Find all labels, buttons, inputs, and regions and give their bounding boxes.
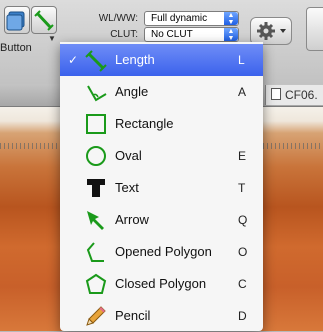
menu-item-label: Angle [115, 84, 149, 99]
popup-arrows-icon: ▲ ▼ [224, 28, 238, 42]
shortcut-key: D [238, 309, 247, 323]
tab-title: CF06. [285, 88, 318, 102]
shortcut-key: Q [238, 213, 248, 227]
menu-item-text[interactable]: Text T [60, 172, 263, 204]
menu-item-arrow[interactable]: Arrow Q [60, 204, 263, 236]
menu-item-label: Closed Polygon [115, 276, 207, 291]
menu-item-label: Length [115, 52, 155, 67]
length-line-icon [85, 50, 107, 72]
wlww-label: WL/WW: [98, 13, 138, 24]
menu-item-length[interactable]: ✓ Length L [60, 44, 263, 76]
shortcut-key: T [238, 181, 246, 195]
shortcut-key: C [238, 277, 247, 291]
wlww-value: Full dynamic [151, 13, 208, 24]
checkmark-icon: ✓ [68, 53, 79, 67]
shortcut-key: E [238, 149, 247, 163]
menu-item-angle[interactable]: Angle A [60, 76, 263, 108]
menu-item-closed-polygon[interactable]: Closed Polygon C [60, 268, 263, 300]
menu-item-label: Pencil [115, 308, 151, 323]
ruler-marks [263, 143, 323, 149]
shortcut-key: L [238, 53, 245, 67]
action-menu-button[interactable] [250, 17, 292, 45]
menu-item-label: Opened Polygon [115, 244, 212, 259]
menu-item-label: Rectangle [115, 116, 174, 131]
measure-tool-button[interactable] [31, 6, 57, 34]
layers-button[interactable] [4, 6, 30, 34]
shortcut-key: O [238, 245, 248, 259]
menu-item-label: Arrow [115, 212, 149, 227]
arrow-icon [87, 211, 104, 230]
button-label: Button [0, 42, 32, 54]
layers-icon [6, 11, 25, 31]
shortcut-key: A [238, 85, 247, 99]
opened-polygon-icon [86, 242, 104, 262]
menu-item-label: Oval [115, 148, 142, 163]
menu-item-oval[interactable]: Oval E [60, 140, 263, 172]
text-icon [87, 179, 105, 197]
length-line-icon [34, 10, 54, 31]
clut-label: CLUT: [110, 29, 138, 40]
dropdown-triangle-icon[interactable]: ▼ [48, 34, 56, 43]
menu-item-pencil[interactable]: Pencil D [60, 300, 263, 332]
menu-item-opened-polygon[interactable]: Opened Polygon O [60, 236, 263, 268]
pencil-icon [86, 306, 106, 326]
menu-item-label: Text [115, 180, 139, 195]
document-icon [271, 88, 281, 100]
menu-item-rectangle[interactable]: Rectangle [60, 108, 263, 140]
clut-select[interactable]: No CLUT ▲ ▼ [144, 27, 239, 42]
rectangle-icon [86, 114, 106, 134]
tool-menu: ✓ Length L Angle A Rectangle Oval E Text… [60, 42, 263, 331]
tab-document[interactable]: CF06. [265, 85, 323, 105]
closed-polygon-icon [85, 273, 107, 294]
angle-icon [87, 85, 107, 102]
clut-value: No CLUT [151, 29, 193, 40]
ruler-marks [0, 143, 60, 149]
popup-arrows-icon: ▲ ▼ [224, 12, 238, 26]
gear-icon [257, 22, 286, 40]
toolbar-overflow-button[interactable] [306, 7, 323, 51]
wlww-select[interactable]: Full dynamic ▲ ▼ [144, 11, 239, 26]
oval-icon [86, 146, 106, 166]
